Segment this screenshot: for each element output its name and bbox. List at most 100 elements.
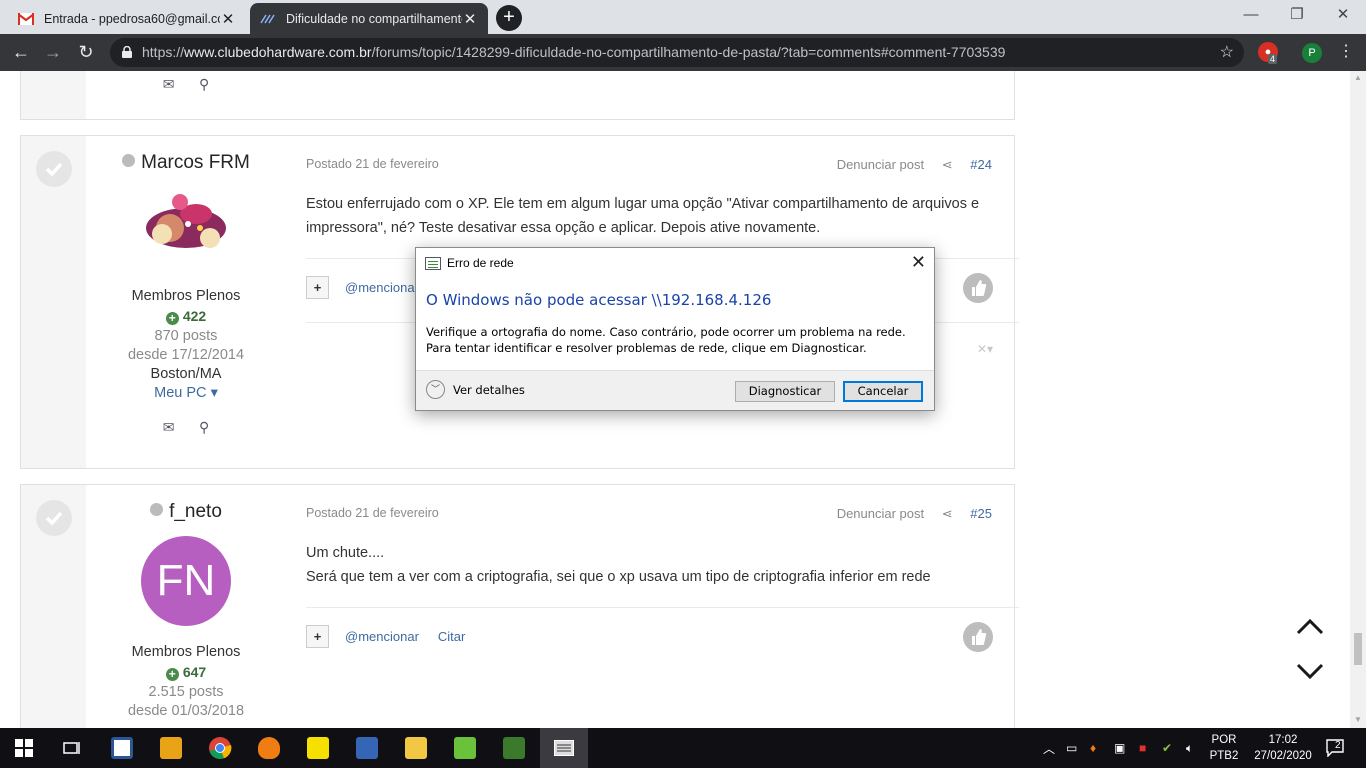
forward-icon[interactable]: →	[41, 41, 65, 65]
search-icon[interactable]: ⚲	[199, 419, 209, 435]
restore-icon[interactable]: ❐	[1274, 0, 1320, 30]
back-icon[interactable]: ←	[9, 41, 33, 65]
tab-close-icon[interactable]: ✕	[462, 10, 478, 28]
antivirus-tray-icon[interactable]: ■	[1139, 728, 1146, 768]
vpn-tray-icon[interactable]: ▣	[1114, 728, 1125, 768]
network-error-task-icon[interactable]	[540, 728, 588, 768]
author-group: Membros Plenos	[131, 288, 241, 304]
author-avatar[interactable]: FN	[86, 536, 286, 626]
member-since: desde 01/03/2018	[127, 703, 245, 719]
post-body: Estou enferrujado com o XP. Ele tem em a…	[306, 196, 980, 236]
page-scrollbar[interactable]: ▲ ▼	[1350, 71, 1366, 728]
monitor-app-icon[interactable]	[98, 728, 146, 768]
post-body-line: Será que tem a ver com a criptografia, s…	[306, 569, 931, 585]
network-error-dialog: Erro de rede ✕ O Windows não pode acessa…	[415, 247, 935, 411]
diagnose-button[interactable]: Diagnosticar	[735, 381, 835, 402]
view-details-toggle[interactable]: ﹀ Ver detalhes	[426, 380, 525, 399]
show-hidden-icons-icon[interactable]: ︿	[1043, 728, 1055, 768]
scroll-up-arrow-icon[interactable]: ▲	[1354, 73, 1362, 82]
flame-app-icon[interactable]	[245, 728, 293, 768]
like-icon[interactable]	[963, 273, 993, 303]
chrome-icon[interactable]	[196, 728, 244, 768]
check-tray-icon[interactable]: ✔	[1162, 728, 1172, 768]
share-icon[interactable]: ⋖	[942, 506, 953, 521]
mention-link[interactable]: @mencionar	[345, 629, 419, 644]
author-icons: ✉ ⚲	[86, 419, 286, 437]
sticky-notes-icon[interactable]	[294, 728, 342, 768]
green-app-icon[interactable]	[441, 728, 489, 768]
post-number[interactable]: #25	[970, 506, 992, 521]
url-host: www.clubedohardware.com.br	[184, 44, 372, 60]
network-tray-icon[interactable]: ▭	[1066, 728, 1077, 768]
author-group: Membros Plenos	[131, 644, 241, 660]
dialog-titlebar[interactable]: Erro de rede	[416, 248, 934, 278]
language-indicator[interactable]: POR PTB2	[1206, 732, 1242, 764]
reputation: +647	[86, 664, 286, 681]
reputation-plus-icon: +	[165, 668, 179, 681]
reload-icon[interactable]: ↻	[74, 41, 98, 65]
multiquote-button[interactable]: +	[306, 276, 329, 299]
share-icon[interactable]: ⋖	[942, 157, 953, 172]
search-icon[interactable]: ⚲	[199, 76, 209, 92]
caret-down-icon: ▾	[210, 385, 218, 401]
quote-link[interactable]: Citar	[438, 629, 465, 644]
tab-gmail[interactable]: Entrada - ppedrosa60@gmail.com ✕	[8, 3, 246, 34]
start-windows-icon[interactable]	[0, 728, 48, 768]
profile-avatar[interactable]: P	[1302, 43, 1322, 63]
hide-signature-icon[interactable]: ✕▾	[977, 342, 993, 356]
network-app-icon[interactable]	[343, 728, 391, 768]
gmail-icon	[18, 11, 34, 27]
post-body: Um chute.... Será que tem a ver com a cr…	[306, 541, 1006, 589]
post-tools: Denunciar post ⋖ #25	[837, 506, 992, 522]
cancel-button[interactable]: Cancelar	[843, 381, 923, 402]
envelope-icon[interactable]: ✉	[163, 76, 175, 92]
bookmark-star-icon[interactable]: ☆	[1220, 38, 1234, 67]
dialog-close-icon[interactable]: ✕	[911, 252, 926, 273]
scroll-bottom-icon[interactable]	[1296, 657, 1324, 688]
address-bar[interactable]: https://www.clubedohardware.com.br/forum…	[110, 38, 1244, 67]
post-number[interactable]: #24	[970, 157, 992, 172]
offline-status-dot	[150, 503, 164, 516]
tab-title: Entrada - ppedrosa60@gmail.com	[44, 11, 220, 26]
url-prefix: https://	[142, 44, 185, 60]
post-actions: + @mencionar Citar	[306, 625, 484, 648]
minimize-icon[interactable]: —	[1228, 0, 1274, 30]
dialog-message: Verifique a ortografia do nome. Caso con…	[426, 325, 906, 355]
post-gutter	[21, 71, 86, 119]
like-icon[interactable]	[963, 622, 993, 652]
post-count: 870 posts	[154, 328, 218, 344]
author-name[interactable]: Marcos FRM	[86, 152, 286, 174]
site-icon	[260, 11, 276, 27]
scroll-top-icon[interactable]	[1296, 611, 1324, 642]
keyboard-layout: PTB2	[1209, 750, 1239, 762]
report-post-link[interactable]: Denunciar post	[837, 157, 924, 172]
my-pc-link[interactable]: Meu PC ▾	[86, 385, 286, 401]
flame-tray-icon[interactable]: ♦	[1090, 728, 1096, 768]
report-post-link[interactable]: Denunciar post	[837, 506, 924, 521]
envelope-icon[interactable]: ✉	[163, 419, 175, 435]
game-app-icon[interactable]	[490, 728, 538, 768]
outlook-icon[interactable]	[147, 728, 195, 768]
view-details-label: Ver detalhes	[453, 382, 525, 397]
mention-link[interactable]: @mencionar	[345, 280, 419, 295]
multiquote-button[interactable]: +	[306, 625, 329, 648]
menu-dots-icon[interactable]: ⋮	[1338, 42, 1354, 62]
post-25: f_neto FN Membros Plenos +647 2.515 post…	[20, 484, 1019, 728]
new-tab-button[interactable]: +	[496, 5, 522, 31]
browser-tab-strip: Entrada - ppedrosa60@gmail.com ✕ Dificul…	[0, 0, 1366, 34]
author-avatar[interactable]	[86, 184, 286, 262]
scrollbar-thumb[interactable]	[1354, 633, 1362, 665]
author-name[interactable]: f_neto	[86, 501, 286, 523]
file-explorer-icon[interactable]	[392, 728, 440, 768]
tab-close-icon[interactable]: ✕	[220, 10, 236, 28]
solution-check-icon	[36, 151, 72, 187]
tab-forum[interactable]: Dificuldade no compartilhamento ✕	[250, 3, 488, 34]
windows-taskbar: ︿ ▭ ♦ ▣ ■ ✔ 🔈︎ POR PTB2 17:02 27/02/2020…	[0, 728, 1366, 768]
task-view-icon[interactable]	[48, 728, 96, 768]
clock-time: 17:02	[1268, 734, 1298, 746]
system-clock[interactable]: 17:02 27/02/2020	[1248, 732, 1318, 764]
close-window-icon[interactable]: ✕	[1320, 0, 1366, 30]
volume-icon[interactable]: 🔈︎	[1186, 728, 1193, 768]
member-since: desde 17/12/2014	[127, 347, 245, 363]
scroll-down-arrow-icon[interactable]: ▼	[1354, 715, 1362, 724]
